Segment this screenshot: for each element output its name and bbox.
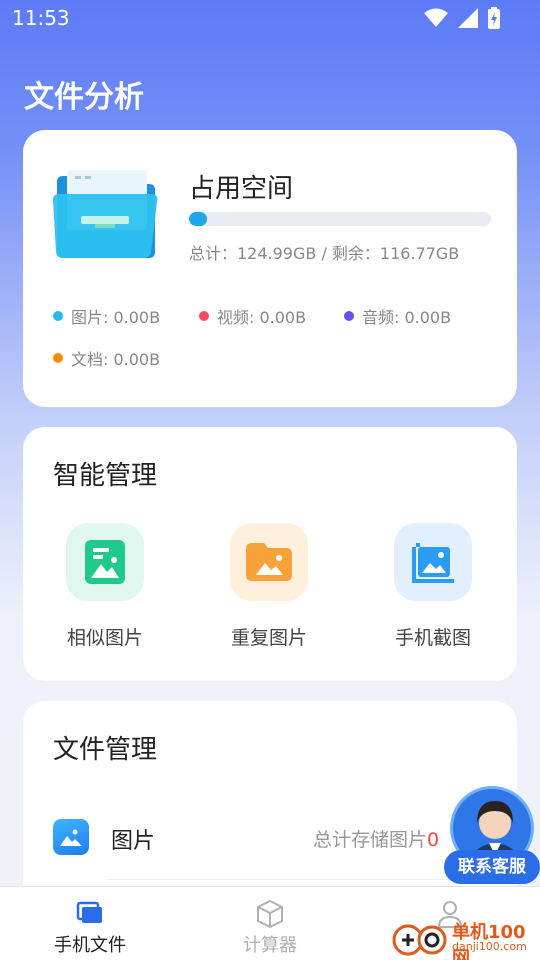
support-label: 联系客服 (444, 850, 540, 884)
legend-documents: 文档: 0.00B (53, 346, 160, 370)
duplicate-image-icon (230, 523, 308, 601)
screenshot-icon (394, 523, 472, 601)
file-row-summary-prefix: 总计存储图片 (313, 829, 428, 851)
file-row-summary: 总计存储图片0 (313, 825, 439, 852)
smart-management-card: 智能管理 相似图片 重复图片 手机截图 (23, 427, 517, 681)
file-row-label: 图片 (111, 829, 156, 854)
watermark-title: 单机100网 (452, 922, 526, 960)
legend-label: 图片: 0.00B (71, 308, 161, 327)
screenshots-button[interactable]: 手机截图 (373, 523, 493, 650)
legend-images: 图片: 0.00B (53, 304, 160, 328)
legend-dot (53, 311, 63, 321)
watermark-url: danji100.com (452, 940, 527, 953)
legend-label: 视频: 0.00B (217, 308, 307, 327)
status-time: 11:53 (12, 6, 70, 30)
storage-title: 占用空间 (189, 174, 294, 204)
nav-label: 手机文件 (54, 935, 126, 956)
watermark-logo-icon (392, 924, 447, 956)
tool-label: 相似图片 (66, 627, 143, 649)
nav-calculator[interactable]: 计算器 (200, 887, 340, 957)
tool-label: 手机截图 (394, 627, 471, 649)
folder-icon (20, 899, 160, 929)
page-title: 文件分析 (24, 80, 144, 115)
status-bar: 11:53 (0, 0, 540, 36)
legend-dot (199, 311, 209, 321)
legend-label: 文档: 0.00B (71, 350, 161, 369)
folder-illustration-icon (53, 170, 158, 258)
watermark: 单机100网 danji100.com (388, 916, 540, 960)
duplicate-images-button[interactable]: 重复图片 (209, 523, 329, 650)
legend-label: 音频: 0.00B (362, 308, 452, 327)
similar-images-button[interactable]: 相似图片 (45, 523, 165, 650)
storage-progress-fill (189, 212, 208, 226)
cube-icon (200, 899, 340, 929)
status-icons (424, 7, 500, 29)
legend-audio: 音频: 0.00B (344, 304, 451, 328)
storage-progress-bar (189, 212, 491, 226)
wifi-icon (424, 8, 448, 27)
nav-label: 计算器 (243, 935, 297, 956)
signal-icon (458, 8, 478, 28)
legend-dot (53, 353, 63, 363)
legend-dot (344, 311, 354, 321)
nav-phone-files[interactable]: 手机文件 (20, 887, 160, 957)
files-section-title: 文件管理 (53, 735, 158, 765)
storage-summary: 总计：124.99GB / 剩余：116.77GB (189, 244, 460, 263)
file-row-count: 0 (427, 829, 440, 851)
customer-service-button[interactable]: 联系客服 (444, 786, 540, 886)
storage-card: 占用空间 总计：124.99GB / 剩余：116.77GB 图片: 0.00B… (23, 130, 517, 407)
file-row-images[interactable]: 图片 总计存储图片0 (23, 797, 517, 880)
smart-section-title: 智能管理 (53, 461, 158, 491)
image-icon (53, 819, 89, 855)
legend-video: 视频: 0.00B (199, 304, 306, 328)
similar-image-icon (66, 523, 144, 601)
tool-label: 重复图片 (230, 627, 307, 649)
battery-icon (488, 7, 500, 29)
